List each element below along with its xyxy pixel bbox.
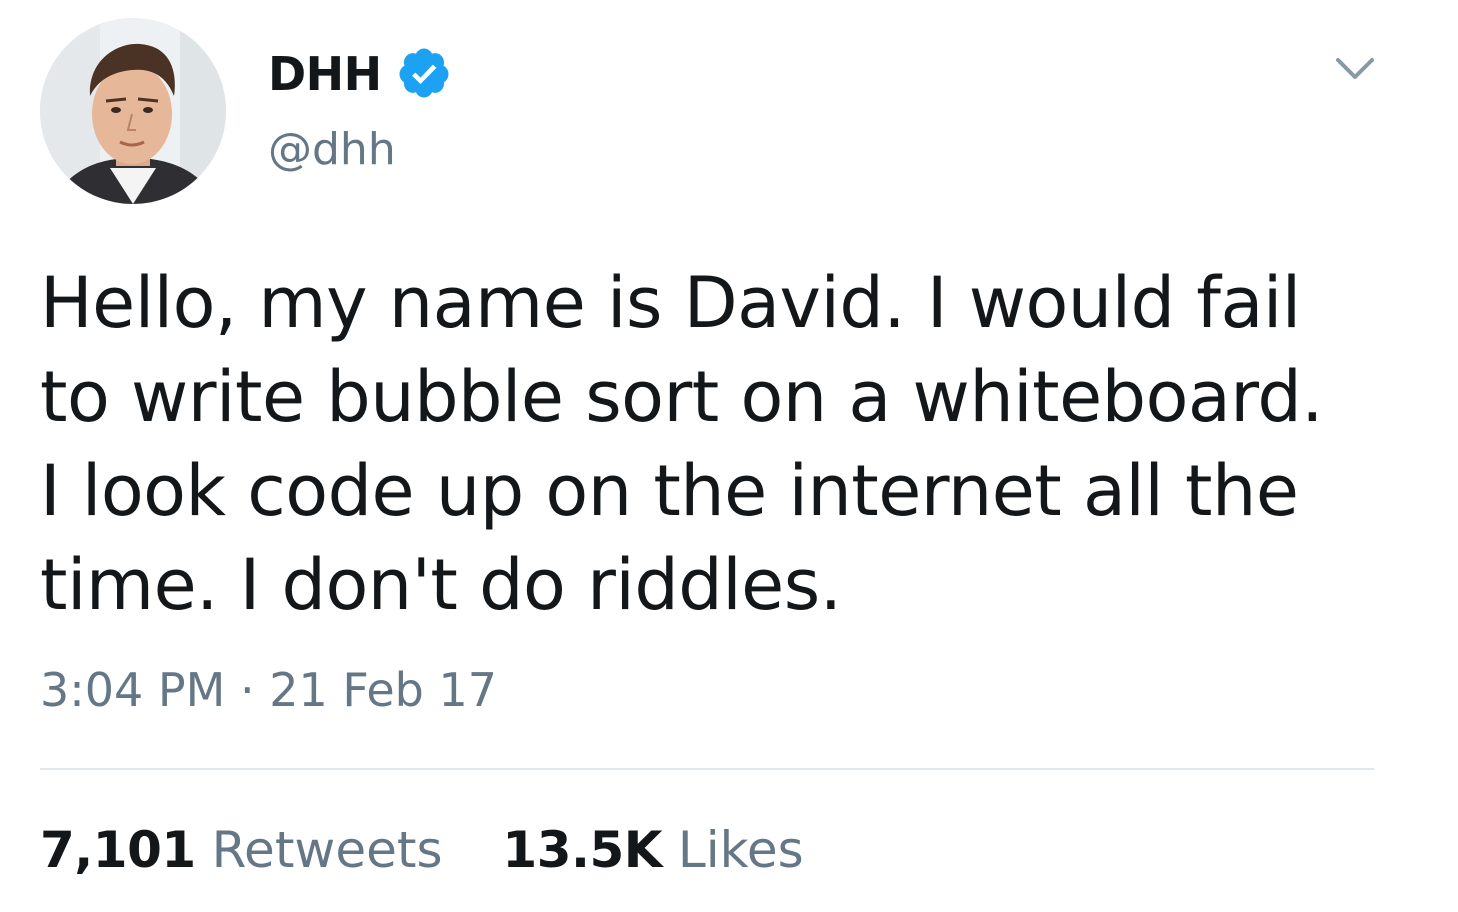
tweet-date: 21 Feb 17 bbox=[269, 663, 497, 717]
likes-label: Likes bbox=[677, 821, 804, 879]
tweet-card: DHH @dhh Hello, my name is David. I woul… bbox=[0, 0, 1458, 912]
avatar-photo bbox=[40, 18, 226, 204]
avatar[interactable] bbox=[40, 18, 226, 204]
likes-stat[interactable]: 13.5K Likes bbox=[502, 818, 803, 882]
user-handle[interactable]: @dhh bbox=[268, 120, 396, 180]
timestamp-separator: · bbox=[239, 663, 255, 717]
divider bbox=[40, 768, 1374, 770]
verified-badge-icon bbox=[399, 48, 449, 98]
retweets-count: 7,101 bbox=[40, 821, 196, 879]
tweet-stats: 7,101 Retweets 13.5K Likes bbox=[40, 818, 848, 882]
tweet-time: 3:04 PM bbox=[40, 663, 226, 717]
likes-count: 13.5K bbox=[502, 821, 663, 879]
chevron-down-icon[interactable] bbox=[1334, 52, 1376, 86]
tweet-timestamp[interactable]: 3:04 PM · 21 Feb 17 bbox=[40, 660, 497, 720]
display-name[interactable]: DHH bbox=[268, 44, 382, 104]
retweets-stat[interactable]: 7,101 Retweets bbox=[40, 818, 443, 882]
tweet-text: Hello, my name is David. I would fail to… bbox=[40, 262, 1324, 626]
retweets-label: Retweets bbox=[211, 821, 443, 879]
